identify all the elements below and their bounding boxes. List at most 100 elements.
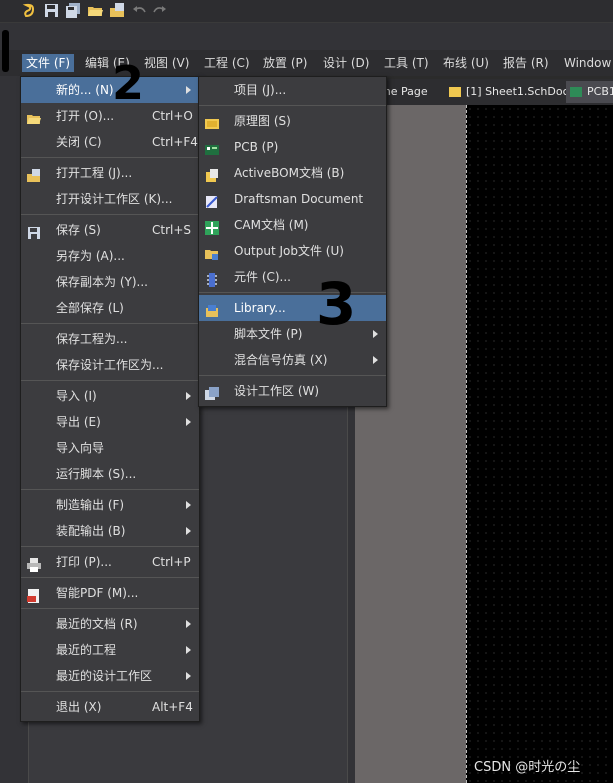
new-menu-label: PCB (P) [234,140,279,154]
cam-icon [205,218,219,235]
file-menu-item-20[interactable]: 最近的工程 [21,637,199,663]
menu-view[interactable]: 视图 (V) [140,54,193,72]
file-menu-label: 打开 (O)... [56,109,115,123]
new-menu-item-4[interactable]: Draftsman Document [199,186,386,212]
file-menu-item-11[interactable]: 导入 (I) [21,383,199,409]
file-menu-item-18[interactable]: 智能PDF (M)... [21,580,199,606]
file-menu-item-10[interactable]: 保存设计工作区为... [21,352,199,378]
menu-project[interactable]: 工程 (C) [200,54,254,72]
file-menu-label: 新的... (N) [56,83,114,97]
menu-separator [21,489,199,490]
open-project-icon[interactable] [110,3,125,18]
menu-tools[interactable]: 工具 (T) [380,54,433,72]
file-menu-label: 装配输出 (B) [56,524,126,538]
file-menu-shortcut: Ctrl+S [152,223,192,237]
new-menu-label: Draftsman Document [234,192,364,206]
pcb-sheet[interactable] [466,105,613,783]
file-menu-item-1[interactable]: 打开 (O)... Ctrl+O [21,103,199,129]
file-menu-item-12[interactable]: 导出 (E) [21,409,199,435]
file-menu-label: 导出 (E) [56,415,101,429]
new-menu-item-9[interactable]: 脚本文件 (P) [199,321,386,347]
file-menu-item-14[interactable]: 运行脚本 (S)... [21,461,199,487]
menu-separator [21,380,199,381]
file-menu-item-16[interactable]: 装配输出 (B) [21,518,199,544]
open-project-icon [27,166,41,182]
file-menu-label: 全部保存 (L) [56,301,124,315]
file-menu-label: 制造输出 (F) [56,498,125,512]
toolbar-band [0,22,613,51]
component-icon [205,270,219,287]
undo-icon[interactable] [132,3,147,18]
file-menu-item-7[interactable]: 保存副本为 (Y)... [21,269,199,295]
new-menu-label: 设计工作区 (W) [234,384,320,398]
tab-pcb1[interactable]: PCB1 [566,81,613,103]
new-menu-item-0[interactable]: 项目 (J)... [199,77,386,103]
file-menu-item-9[interactable]: 保存工程为... [21,326,199,352]
new-menu-item-3[interactable]: ActiveBOM文档 (B) [199,160,386,186]
file-menu-label: 智能PDF (M)... [56,586,139,600]
file-menu-item-21[interactable]: 最近的设计工作区 [21,663,199,689]
new-menu-label: 元件 (C)... [234,270,292,284]
open-icon[interactable] [88,3,103,18]
file-menu-item-5[interactable]: 保存 (S) Ctrl+S [21,217,199,243]
file-menu-label: 打印 (P)... [56,555,112,569]
file-menu-label: 退出 (X) [56,700,102,714]
new-menu-label: 混合信号仿真 (X) [234,353,328,367]
new-menu-item-5[interactable]: CAM文档 (M) [199,212,386,238]
menu-place[interactable]: 放置 (P) [259,54,311,72]
menu-file[interactable]: 文件 (F) [22,54,75,72]
file-menu: 新的... (N) 打开 (O)... Ctrl+O 关闭 (C) Ctrl+F4 打开工… [20,76,200,722]
menu-reports[interactable]: 报告 (R) [499,54,553,72]
menu-design[interactable]: 设计 (D) [319,54,373,72]
new-menu-label: Library... [234,301,286,315]
file-menu-item-2[interactable]: 关闭 (C) Ctrl+F4 [21,129,199,155]
submenu-arrow-icon [186,418,191,426]
new-menu-item-11[interactable]: 设计工作区 (W) [199,378,386,404]
file-menu-item-8[interactable]: 全部保存 (L) [21,295,199,321]
file-menu-item-13[interactable]: 导入向导 [21,435,199,461]
submenu-arrow-icon [186,672,191,680]
new-menu-item-2[interactable]: PCB (P) [199,134,386,160]
redo-icon[interactable] [152,3,167,18]
new-menu-label: 原理图 (S) [234,114,291,128]
file-menu-shortcut: Alt+F4 [152,700,193,714]
file-menu-item-15[interactable]: 制造输出 (F) [21,492,199,518]
submenu-arrow-icon [373,330,378,338]
file-menu-item-19[interactable]: 最近的文档 (R) [21,611,199,637]
app-icon[interactable] [22,3,37,18]
save-all-icon[interactable] [66,3,81,18]
menu-separator [199,375,386,376]
file-menu-item-6[interactable]: 另存为 (A)... [21,243,199,269]
tab-pcb1-label: PCB1 [587,85,613,98]
file-menu-label: 保存工程为... [56,332,128,346]
new-menu-item-7[interactable]: 元件 (C)... [199,264,386,290]
tab-sheet1-schdoc[interactable]: [1] Sheet1.SchDoc [449,81,569,103]
file-menu-shortcut: Ctrl+O [152,109,193,123]
new-menu-item-10[interactable]: 混合信号仿真 (X) [199,347,386,373]
new-menu-item-1[interactable]: 原理图 (S) [199,108,386,134]
submenu-arrow-icon [186,646,191,654]
file-menu-label: 打开工程 (J)... [56,166,133,180]
new-menu-item-8[interactable]: Library... [199,295,386,321]
new-menu-label: CAM文档 (M) [234,218,309,232]
new-menu-item-6[interactable]: Output Job文件 (U) [199,238,386,264]
file-menu-item-4[interactable]: 打开设计工作区 (K)... [21,186,199,212]
draftsman-icon [205,192,219,208]
file-menu-item-3[interactable]: 打开工程 (J)... [21,160,199,186]
file-menu-item-17[interactable]: 打印 (P)... Ctrl+P [21,549,199,575]
pdf-icon [27,586,41,603]
submenu-arrow-icon [186,501,191,509]
file-menu-label: 另存为 (A)... [56,249,125,263]
menu-separator [199,105,386,106]
save-icon[interactable] [44,3,59,18]
menu-window[interactable]: Window [560,54,613,72]
file-menu-item-22[interactable]: 退出 (X) Alt+F4 [21,694,199,720]
menu-bar: 文件 (F) 编辑 (E) 视图 (V) 工程 (C) 放置 (P) 设计 (D… [0,50,613,76]
file-menu-item-0[interactable]: 新的... (N) [21,77,199,103]
pcb-doc-icon [570,87,582,97]
file-menu-label: 导入向导 [56,441,105,455]
watermark: CSDN @时光の尘 [474,760,581,775]
submenu-arrow-icon [186,527,191,535]
menu-route[interactable]: 布线 (U) [439,54,493,72]
quick-access-toolbar [0,0,613,22]
